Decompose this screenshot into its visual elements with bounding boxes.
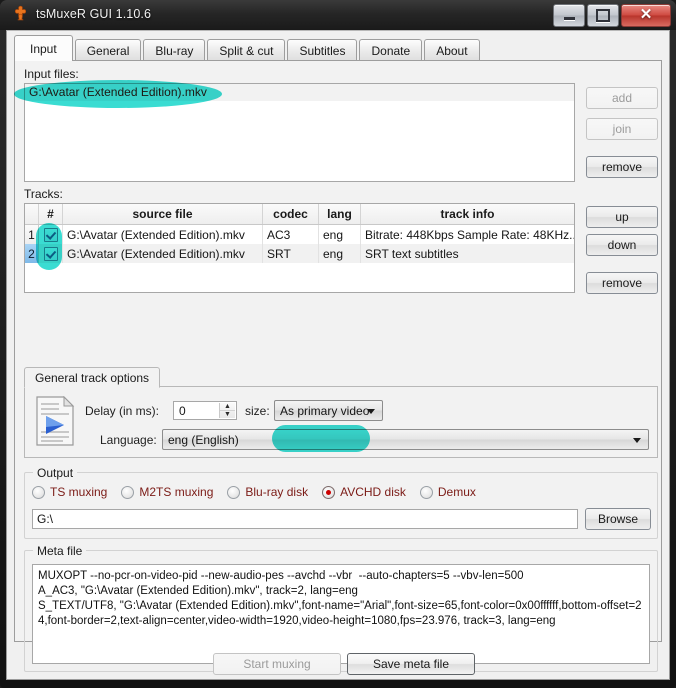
- language-label: Language:: [100, 433, 157, 447]
- column-header-track-info: track info: [440, 207, 495, 221]
- row-number: 1: [25, 225, 39, 244]
- cell-codec: SRT: [263, 244, 319, 263]
- tab-subtitles[interactable]: Subtitles: [287, 39, 358, 61]
- track-enabled-checkbox[interactable]: [43, 227, 58, 242]
- radio-ts-muxing[interactable]: TS muxing: [32, 485, 107, 499]
- general-track-options-tab[interactable]: General track options: [24, 367, 161, 388]
- radio-label: M2TS muxing: [139, 485, 214, 499]
- stepper-up-icon[interactable]: ▲: [220, 403, 235, 411]
- row-number: 2: [25, 244, 39, 263]
- delay-stepper[interactable]: 0 ▲ ▼: [173, 401, 237, 420]
- cell-source-file: G:\Avatar (Extended Edition).mkv: [63, 225, 263, 244]
- save-meta-file-button[interactable]: Save meta file: [347, 653, 475, 675]
- input-files-label: Input files:: [24, 67, 79, 81]
- cell-codec: AC3: [263, 225, 319, 244]
- meta-line: A_AC3, "G:\Avatar (Extended Edition).mkv…: [38, 585, 358, 597]
- radio-icon[interactable]: [121, 485, 135, 499]
- delay-value[interactable]: 0: [174, 404, 186, 418]
- move-track-up-button[interactable]: up: [586, 206, 658, 228]
- tab-bar: Input General Blu-ray Split & cut Subtit…: [14, 35, 482, 61]
- column-header-lang: lang: [319, 204, 361, 224]
- delay-stepper-buttons[interactable]: ▲ ▼: [219, 403, 235, 418]
- delay-label: Delay (in ms):: [85, 404, 160, 418]
- output-group-label: Output: [33, 466, 78, 480]
- table-header-row: # source file codec lang track info: [25, 204, 574, 225]
- cell-lang: eng: [319, 244, 361, 263]
- radio-icon[interactable]: [32, 485, 45, 499]
- column-header-rownum: [25, 204, 39, 224]
- radio-demux[interactable]: Demux: [419, 485, 476, 499]
- radio-label: TS muxing: [50, 485, 108, 499]
- tab-general[interactable]: General: [74, 39, 142, 61]
- meta-file-group-label: Meta file: [33, 544, 87, 558]
- column-header-source-file: source file: [63, 204, 263, 224]
- browse-button[interactable]: Browse: [585, 508, 651, 530]
- minimize-icon: [563, 17, 575, 20]
- maximize-button[interactable]: [587, 4, 619, 27]
- table-row[interactable]: 1 G:\Avatar (Extended Edition).mkv AC3 e…: [25, 225, 574, 244]
- remove-track-button[interactable]: remove: [586, 272, 658, 294]
- radio-icon[interactable]: [227, 485, 241, 499]
- move-track-down-button[interactable]: down: [586, 234, 658, 256]
- cell-track-info: SRT text subtitles: [365, 246, 459, 261]
- tracks-label: Tracks:: [24, 187, 63, 201]
- window-title: tsMuxeR GUI 1.10.6: [36, 6, 152, 21]
- list-item[interactable]: G:\Avatar (Extended Edition).mkv: [25, 84, 574, 101]
- radio-icon-selected[interactable]: [322, 485, 336, 499]
- tab-page-input: Input files: G:\Avatar (Extended Edition…: [14, 60, 662, 672]
- radio-label: AVCHD disk: [340, 485, 406, 499]
- close-button[interactable]: ✕: [621, 4, 671, 27]
- chevron-down-icon: [633, 437, 641, 443]
- title-bar-left: tsMuxeR GUI 1.10.6: [12, 5, 151, 22]
- window-controls: ✕: [551, 4, 671, 27]
- output-mode-radio-group: TS muxing M2TS muxing Blu-ray disk AVCHD…: [32, 485, 490, 499]
- size-label: size:: [245, 404, 270, 418]
- language-select[interactable]: eng (English): [162, 429, 649, 450]
- title-bar: tsMuxeR GUI 1.10.6 ✕: [0, 0, 676, 30]
- column-header-codec: codec: [263, 204, 319, 224]
- size-select-value: As primary video: [280, 403, 370, 418]
- remove-input-file-button[interactable]: remove: [586, 156, 658, 178]
- radio-bluray-disk[interactable]: Blu-ray disk: [227, 485, 308, 499]
- close-icon: ✕: [639, 7, 653, 23]
- table-row[interactable]: 2 G:\Avatar (Extended Edition).mkv SRT e…: [25, 244, 574, 263]
- output-path-input[interactable]: G:\: [32, 509, 578, 529]
- row-checkbox-cell[interactable]: [39, 225, 63, 244]
- chevron-down-icon: [367, 408, 375, 414]
- input-files-list[interactable]: G:\Avatar (Extended Edition).mkv: [24, 83, 575, 182]
- stepper-down-icon[interactable]: ▼: [220, 411, 235, 418]
- track-enabled-checkbox[interactable]: [43, 246, 58, 261]
- meta-line: S_TEXT/UTF8, "G:\Avatar (Extended Editio…: [38, 600, 642, 627]
- language-select-value: eng (English): [168, 432, 239, 447]
- size-select[interactable]: As primary video: [274, 400, 383, 421]
- cell-source-file: G:\Avatar (Extended Edition).mkv: [63, 244, 263, 263]
- maximize-icon: [596, 9, 610, 22]
- tab-donate[interactable]: Donate: [359, 39, 423, 61]
- minimize-button[interactable]: [553, 4, 585, 27]
- radio-m2ts-muxing[interactable]: M2TS muxing: [121, 485, 213, 499]
- radio-avchd-disk[interactable]: AVCHD disk: [322, 485, 406, 499]
- video-track-icon: [35, 395, 75, 449]
- radio-label: Demux: [437, 485, 476, 499]
- tracks-table[interactable]: # source file codec lang track info 1 G:…: [24, 203, 575, 293]
- start-muxing-button[interactable]: Start muxing: [213, 653, 341, 675]
- app-puzzle-icon: [12, 5, 29, 22]
- cell-track-info: Bitrate: 448Kbps Sample Rate: 48KHz...: [365, 227, 574, 242]
- column-header-checkbox: #: [39, 204, 63, 224]
- radio-label: Blu-ray disk: [245, 485, 309, 499]
- cell-lang: eng: [319, 225, 361, 244]
- tab-split-cut[interactable]: Split & cut: [207, 39, 286, 61]
- general-track-options-panel: General track options Delay (in ms): 0 ▲…: [24, 367, 658, 458]
- tab-about[interactable]: About: [424, 39, 480, 61]
- row-checkbox-cell[interactable]: [39, 244, 63, 263]
- tab-input[interactable]: Input: [14, 35, 73, 61]
- meta-line: MUXOPT --no-pcr-on-video-pid --new-audio…: [38, 570, 524, 582]
- radio-icon[interactable]: [419, 485, 433, 499]
- join-button[interactable]: join: [586, 118, 658, 140]
- application-window: tsMuxeR GUI 1.10.6 ✕ Input General Blu-r…: [0, 0, 676, 688]
- add-button[interactable]: add: [586, 87, 658, 109]
- meta-file-textarea[interactable]: MUXOPT --no-pcr-on-video-pid --new-audio…: [32, 564, 650, 664]
- client-area: Input General Blu-ray Split & cut Subtit…: [6, 30, 670, 680]
- tab-bluray[interactable]: Blu-ray: [143, 39, 206, 61]
